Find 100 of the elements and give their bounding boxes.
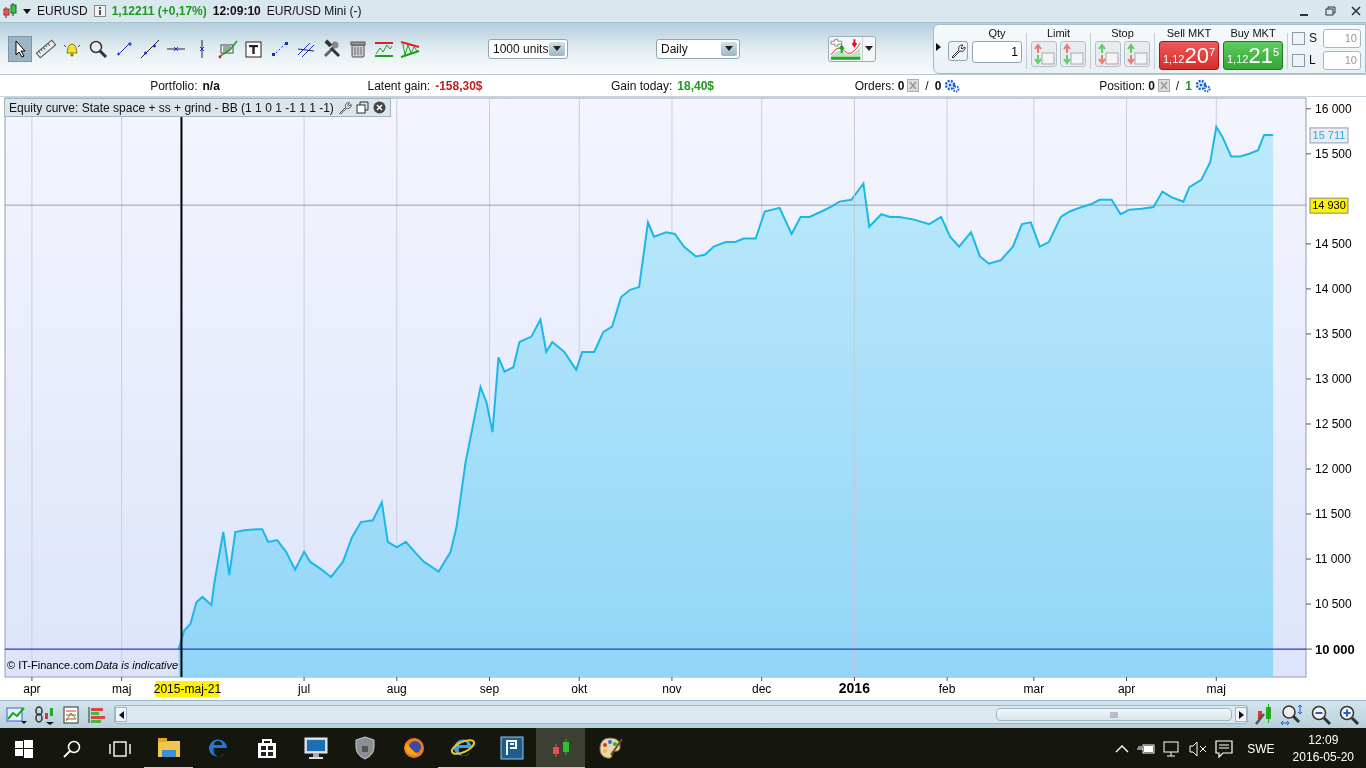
wrench-icon	[950, 42, 966, 59]
magnifier-icon	[88, 38, 108, 59]
caret-icon	[725, 46, 733, 51]
gears-icon[interactable]	[944, 78, 961, 93]
cross-document-icon[interactable]	[907, 79, 920, 92]
stop-label: Stop	[1111, 26, 1134, 40]
network-icon[interactable]	[1163, 740, 1182, 757]
separator-text: /	[924, 78, 930, 93]
limit-order-button[interactable]	[1060, 40, 1086, 67]
axis-label: nov	[662, 682, 682, 696]
gears-icon[interactable]	[1194, 78, 1211, 93]
clock-time: 12:09:10	[212, 4, 261, 18]
quantity-field[interactable]: 1	[972, 40, 1022, 63]
left-arrow-icon	[118, 710, 124, 719]
info-value: 1	[1185, 78, 1192, 93]
zoom-fit-icon[interactable]	[1280, 703, 1304, 726]
grip-icon	[1110, 711, 1118, 718]
sell-label: Sell MKT	[1166, 26, 1212, 40]
dropdown-caret-icon[interactable]	[23, 8, 31, 14]
axis-label: aug	[386, 682, 407, 696]
indicators-button[interactable]	[828, 35, 876, 62]
scrollbar-thumb[interactable]	[996, 708, 1232, 721]
candle-wrench-icon[interactable]	[1254, 703, 1274, 726]
p-tile-icon	[498, 734, 525, 761]
right-arrow-icon	[1238, 710, 1244, 719]
settings-button[interactable]	[337, 100, 352, 115]
order-arrows-icon	[1097, 42, 1119, 65]
battery-plug-icon[interactable]	[1137, 741, 1156, 756]
axis-label: feb	[938, 682, 956, 696]
axis-label: sep	[479, 682, 500, 696]
axis-label: 13 500	[1315, 326, 1352, 341]
info-icon[interactable]	[93, 5, 106, 17]
link-candles-icon[interactable]	[34, 704, 56, 725]
info-value: n/a	[202, 78, 220, 93]
minimize-icon	[1299, 14, 1309, 16]
caret-icon	[553, 46, 561, 51]
axis-label: 12 500	[1315, 416, 1352, 431]
zoom-in-icon[interactable]	[1338, 703, 1360, 726]
chevron-up-icon[interactable]	[1115, 743, 1130, 754]
settings-button[interactable]	[948, 40, 968, 61]
restore-button[interactable]	[355, 101, 369, 114]
language-indicator[interactable]: SWE	[1241, 741, 1281, 756]
expand-arrow-icon[interactable]	[936, 42, 941, 51]
axis-label: 16 000	[1315, 101, 1352, 116]
copyright-text: © IT-Finance.com	[7, 659, 94, 671]
wrench-icon	[337, 100, 352, 115]
info-value: 0	[1148, 78, 1155, 93]
axis-year-label: 2016	[838, 680, 870, 696]
scroll-left-button[interactable]	[115, 707, 127, 722]
stop-order-button[interactable]	[1095, 40, 1121, 67]
search-icon	[63, 739, 81, 758]
option-label: L	[1309, 53, 1317, 67]
stop-order-button[interactable]	[1124, 40, 1150, 67]
order-arrows-icon	[1126, 42, 1148, 65]
vertical-line-icon	[199, 38, 205, 59]
cross-document-icon[interactable]	[1157, 79, 1170, 92]
axis-label: 14 500	[1315, 236, 1352, 251]
quantity-select[interactable]: 1000 units	[488, 38, 568, 59]
scroll-right-button[interactable]	[1235, 707, 1247, 722]
symbol-name: EURUSD	[37, 4, 88, 18]
price-change: 1,12211 (+0,17%)	[111, 4, 207, 18]
volume-muted-icon[interactable]	[1189, 740, 1208, 757]
taskbar-clock[interactable]: 12:09 2016-05-20	[1288, 733, 1358, 764]
order-book-icon[interactable]	[86, 704, 108, 725]
axis-label: 10 000	[1315, 642, 1355, 658]
axis-label: 11 000	[1315, 552, 1351, 567]
trash-icon	[348, 38, 368, 59]
axis-label: apr	[1117, 682, 1136, 696]
limit-label: Limit	[1046, 26, 1071, 40]
axis-label: mar	[1023, 682, 1045, 696]
crosshair-value-marker: 14 930	[1309, 197, 1349, 214]
restore-icon	[1324, 6, 1336, 16]
windows-logo-icon	[15, 739, 33, 758]
close-button[interactable]	[372, 101, 386, 114]
axis-label: maj	[1206, 682, 1226, 696]
caret-icon	[865, 46, 874, 51]
zoom-out-icon[interactable]	[1310, 703, 1332, 726]
instrument-name: EUR/USD Mini (-)	[266, 4, 362, 18]
task-view-icon	[109, 740, 131, 757]
info-label: Portfolio:	[150, 78, 198, 93]
taskbar-app[interactable]	[536, 728, 585, 768]
disclaimer-text: Data is indicative	[95, 659, 179, 671]
chart-add-icon[interactable]	[6, 704, 28, 725]
axis-label: okt	[571, 682, 588, 696]
axis-label: 10 500	[1315, 597, 1352, 612]
buy-label: Buy MKT	[1230, 26, 1276, 40]
pointer-tool[interactable]	[8, 35, 32, 62]
close-icon	[372, 101, 386, 114]
report-icon[interactable]	[62, 704, 80, 725]
limit-order-button[interactable]	[1031, 40, 1057, 67]
chart-title: Equity curve: State space + ss + grind - BB (1 1 0 1 -1 1 1 -1)	[9, 100, 334, 115]
period-select[interactable]: Daily	[656, 38, 740, 59]
info-value: 0	[897, 78, 905, 93]
notification-icon[interactable]	[1215, 739, 1234, 758]
monitor-icon	[302, 734, 329, 761]
horizontal-scrollbar[interactable]	[114, 705, 1248, 724]
text-frame-icon	[244, 38, 264, 59]
last-value-marker: 15 711	[1309, 127, 1349, 144]
triangle-icon	[400, 38, 420, 59]
long-line-icon	[140, 38, 160, 59]
